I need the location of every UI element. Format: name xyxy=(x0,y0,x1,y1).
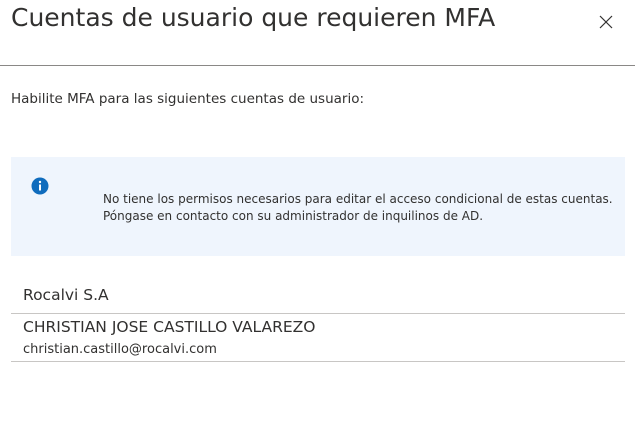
user-display-name: CHRISTIAN JOSE CASTILLO VALAREZO xyxy=(23,318,316,336)
divider xyxy=(11,361,625,362)
dialog-title: Cuentas de usuario que requieren MFA xyxy=(11,3,496,32)
info-icon xyxy=(31,177,49,195)
mfa-dialog: Cuentas de usuario que requieren MFA Hab… xyxy=(0,0,635,439)
instructions-text: Habilite MFA para las siguientes cuentas… xyxy=(11,91,365,107)
user-email: christian.castillo@rocalvi.com xyxy=(23,342,217,357)
info-message-line-1: No tiene los permisos necesarios para ed… xyxy=(103,192,613,206)
close-icon[interactable] xyxy=(595,10,617,32)
organization-name: Rocalvi S.A xyxy=(23,286,109,304)
info-message-line-2: Póngase en contacto con su administrador… xyxy=(103,209,484,223)
divider xyxy=(11,313,625,314)
info-message-text: No tiene los permisos necesarios para ed… xyxy=(103,191,613,225)
dialog-header: Cuentas de usuario que requieren MFA xyxy=(0,0,635,66)
info-message-bar: No tiene los permisos necesarios para ed… xyxy=(11,157,625,256)
